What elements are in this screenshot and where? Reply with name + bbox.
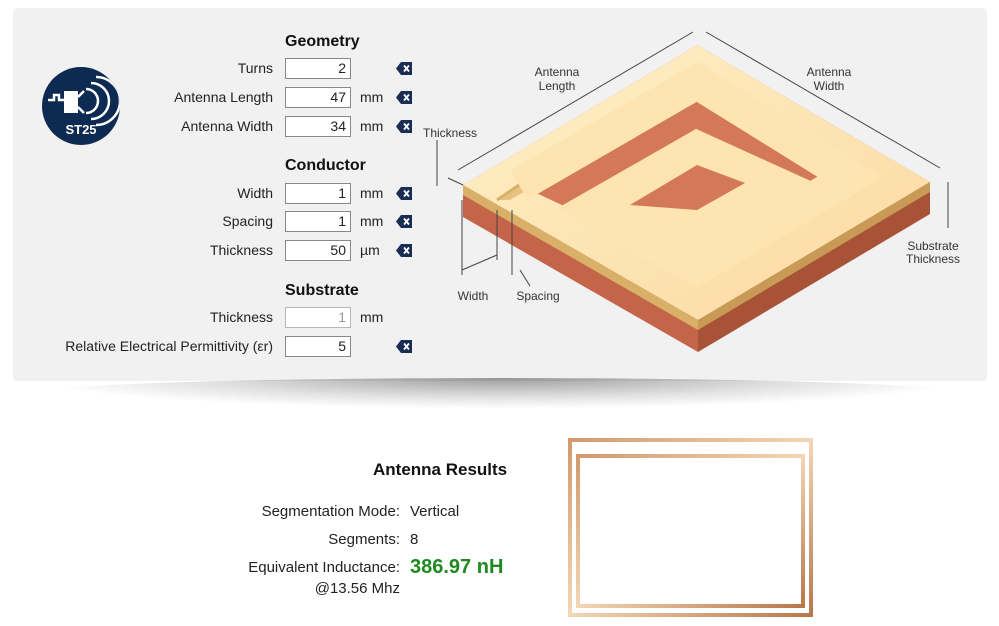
antenna-length-input[interactable]: 47: [285, 87, 351, 108]
inductance-frequency: @13.56 Mhz: [314, 580, 400, 597]
spiral-conductor: [463, 45, 930, 330]
turns-clear-icon[interactable]: [396, 62, 412, 75]
conductor-spacing-clear-icon[interactable]: [396, 215, 412, 228]
antenna-width-caption-1: Antenna: [807, 65, 852, 79]
thickness-caption: Thickness: [423, 126, 477, 140]
antenna-length-label: Antenna Length: [174, 89, 273, 105]
permittivity-input[interactable]: 5: [285, 336, 351, 357]
turns-input[interactable]: 2: [285, 58, 351, 79]
permittivity-clear-icon[interactable]: [396, 340, 412, 353]
antenna-length-caption-1: Antenna: [535, 65, 580, 79]
geometry-heading: Geometry: [285, 33, 360, 50]
conductor-width-input[interactable]: 1: [285, 183, 351, 204]
substrate-thickness-caption-1: Substrate: [907, 239, 959, 253]
conductor-spacing-unit: mm: [360, 213, 384, 229]
antenna-3d-diagram: Antenna Length Antenna Width Thickness W…: [423, 31, 960, 352]
spacing-caption: Spacing: [516, 289, 559, 303]
substrate-heading: Substrate: [285, 282, 359, 299]
antenna-length-unit: mm: [360, 89, 384, 105]
conductor-thickness-input[interactable]: 50: [285, 240, 351, 261]
conductor-thickness-clear-icon[interactable]: [396, 244, 412, 257]
antenna-width-unit: mm: [360, 118, 384, 134]
width-caption: Width: [458, 289, 489, 303]
antenna-length-clear-icon[interactable]: [396, 91, 412, 104]
antenna-preview: [568, 438, 813, 617]
conductor-width-unit: mm: [360, 185, 384, 201]
inductance-value: 386.97 nH: [410, 556, 504, 578]
st25-logo: ST25: [42, 67, 120, 145]
substrate-thickness-label: Thickness: [209, 309, 273, 325]
substrate-thickness-unit: mm: [360, 309, 384, 325]
antenna-width-clear-icon[interactable]: [396, 120, 412, 133]
conductor-thickness-unit: µm: [360, 242, 380, 258]
conductor-width-clear-icon[interactable]: [396, 187, 412, 200]
antenna-length-caption-2: Length: [539, 79, 576, 93]
conductor-spacing-label: Spacing: [222, 213, 273, 229]
results-title: Antenna Results: [373, 460, 508, 479]
conductor-thickness-label: Thickness: [209, 242, 273, 258]
conductor-spacing-input[interactable]: 1: [285, 211, 351, 232]
permittivity-label: Relative Electrical Permittivity (εr): [65, 338, 273, 354]
antenna-width-caption-2: Width: [814, 79, 845, 93]
logo-text: ST25: [65, 122, 97, 137]
substrate-thickness-input[interactable]: 1: [285, 307, 351, 328]
conductor-width-label: Width: [237, 185, 273, 201]
inductance-label: Equivalent Inductance:: [248, 559, 400, 576]
antenna-width-input[interactable]: 34: [285, 116, 351, 137]
turns-label: Turns: [237, 60, 273, 76]
antenna-width-label: Antenna Width: [181, 118, 273, 134]
segmentation-mode-value: Vertical: [410, 503, 460, 520]
conductor-heading: Conductor: [285, 157, 366, 174]
panel-shadow: [40, 378, 960, 408]
substrate-thickness-caption-2: Thickness: [906, 252, 960, 266]
segments-label: Segments:: [328, 531, 400, 548]
segments-value: 8: [410, 531, 419, 548]
segmentation-mode-label: Segmentation Mode:: [261, 503, 400, 520]
